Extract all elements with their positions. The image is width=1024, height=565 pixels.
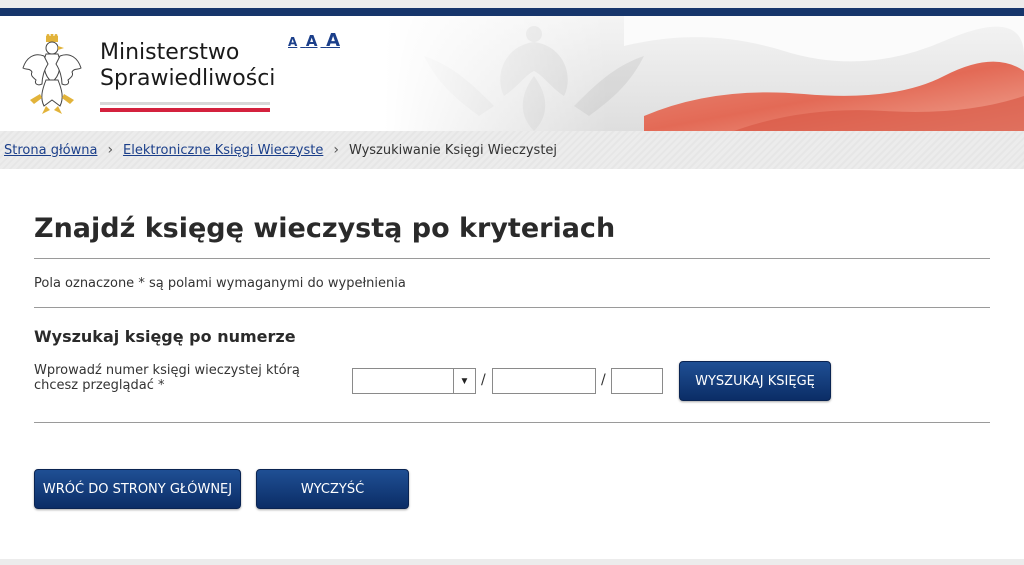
kw-number-label: Wprowadź numer księgi wieczystej którą c… (34, 363, 300, 393)
kw-number-input[interactable] (492, 368, 596, 394)
search-book-button[interactable]: WYSZUKAJ KSIĘGĘ (679, 361, 831, 401)
breadcrumb-current: Wyszukiwanie Księgi Wieczystej (348, 142, 558, 158)
font-size-medium-link[interactable]: A (306, 32, 318, 50)
slash-separator: / (601, 372, 606, 388)
divider (34, 422, 990, 423)
chevron-right-icon: › (333, 142, 339, 158)
breadcrumb: Strona główna › Elektroniczne Księgi Wie… (0, 131, 1024, 169)
slash-separator: / (481, 372, 486, 388)
clear-button[interactable]: WYCZYŚĆ (256, 469, 409, 509)
search-panel: Znajdź księgę wieczystą po kryteriach Po… (0, 169, 1024, 559)
font-size-switcher: A A A (288, 30, 343, 51)
flag-banner (384, 16, 1024, 131)
divider (34, 258, 990, 259)
breadcrumb-ekw-link[interactable]: Elektroniczne Księgi Wieczyste (123, 143, 323, 158)
logo-underline-red (100, 108, 270, 112)
ministry-name[interactable]: Ministerstwo Sprawiedliwości (100, 40, 275, 92)
section-subtitle: Wyszukaj księgę po numerze (34, 327, 296, 346)
font-size-large-link[interactable]: A (326, 30, 340, 51)
caret-down-icon: ▼ (453, 369, 475, 393)
divider (34, 307, 990, 308)
page-title: Znajdź księgę wieczystą po kryteriach (34, 213, 616, 244)
polish-eagle-emblem-icon (22, 34, 82, 114)
breadcrumb-home-link[interactable]: Strona główna (4, 143, 97, 158)
top-accent-bar (0, 8, 1024, 16)
site-header: Ministerstwo Sprawiedliwości A A A (0, 16, 1024, 131)
required-fields-note: Pola oznaczone * są polami wymaganymi do… (34, 276, 406, 291)
ministry-name-line2: Sprawiedliwości (100, 66, 276, 91)
ministry-name-line1: Ministerstwo (100, 40, 240, 65)
logo-underline-white (100, 102, 270, 105)
back-to-home-button[interactable]: WRÓĆ DO STRONY GŁÓWNEJ (34, 469, 241, 509)
check-digit-input[interactable] (611, 368, 663, 394)
chevron-right-icon: › (107, 142, 114, 158)
font-size-small-link[interactable]: A (288, 35, 297, 49)
court-code-select[interactable]: ▼ (352, 368, 476, 394)
